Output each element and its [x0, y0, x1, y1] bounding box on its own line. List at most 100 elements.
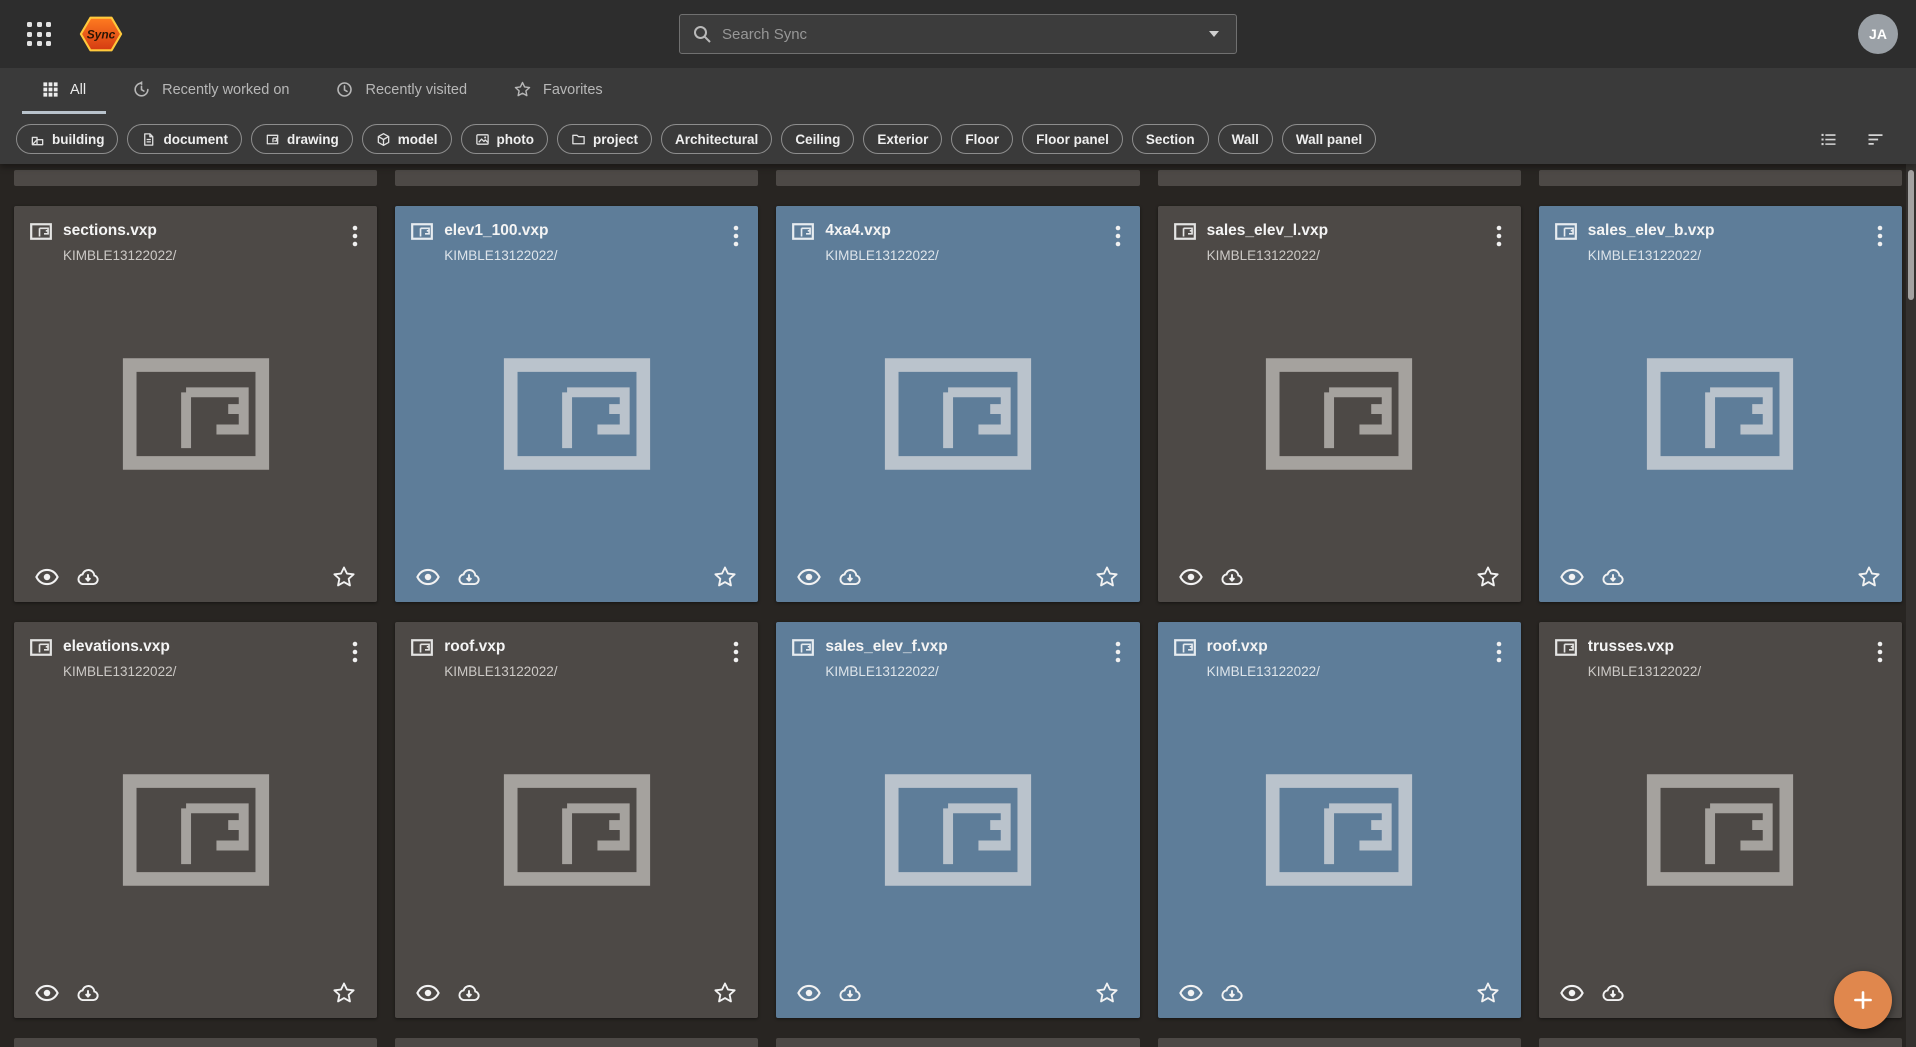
card-actions [1158, 980, 1521, 1018]
scrollbar-thumb[interactable] [1908, 170, 1914, 300]
card-menu-button[interactable] [1108, 638, 1128, 666]
favorite-star-button[interactable] [1475, 564, 1501, 590]
card-menu-button[interactable] [1489, 638, 1509, 666]
view-list-button[interactable] [1818, 129, 1839, 150]
tab-recently-visited[interactable]: Recently visited [315, 68, 487, 114]
preview-eye-button[interactable] [1178, 980, 1204, 1006]
filter-chip-model[interactable]: model [362, 124, 452, 154]
favorite-star-button[interactable] [1475, 980, 1501, 1006]
preview-eye-button[interactable] [34, 564, 60, 590]
add-fab-button[interactable] [1834, 971, 1892, 1029]
preview-eye-button[interactable] [34, 980, 60, 1006]
file-card[interactable]: sales_elev_f.vxp KIMBLE13122022/ [776, 622, 1139, 1018]
card-menu-button[interactable] [726, 638, 746, 666]
card-menu-button[interactable] [345, 222, 365, 250]
card-partial [395, 170, 758, 186]
filter-chip-floor[interactable]: Floor [951, 124, 1013, 154]
file-path: KIMBLE13122022/ [1588, 248, 1715, 263]
card-header: elev1_100.vxp KIMBLE13122022/ [395, 206, 758, 263]
preview-eye-button[interactable] [1559, 980, 1585, 1006]
file-card[interactable]: 4xa4.vxp KIMBLE13122022/ [776, 206, 1139, 602]
apps-grid-button[interactable] [18, 13, 60, 55]
file-card[interactable]: trusses.vxp KIMBLE13122022/ [1539, 622, 1902, 1018]
filter-chip-drawing[interactable]: drawing [251, 124, 353, 154]
tab-all[interactable]: All [22, 68, 106, 114]
chip-label: Architectural [675, 132, 758, 147]
favorite-star-button[interactable] [1856, 564, 1882, 590]
file-card[interactable]: elevations.vxp KIMBLE13122022/ [14, 622, 377, 1018]
tab-recently-worked-on[interactable]: Recently worked on [112, 68, 309, 114]
card-titles: 4xa4.vxp KIMBLE13122022/ [825, 222, 938, 263]
file-card[interactable]: sales_elev_l.vxp KIMBLE13122022/ [1158, 206, 1521, 602]
card-menu-button[interactable] [1108, 222, 1128, 250]
grid-icon [42, 81, 59, 98]
filter-chip-document[interactable]: document [127, 124, 242, 154]
favorite-star-button[interactable] [1094, 980, 1120, 1006]
filter-chip-ceiling[interactable]: Ceiling [781, 124, 854, 154]
file-card[interactable]: sections.vxp KIMBLE13122022/ [14, 206, 377, 602]
preview-eye-button[interactable] [796, 564, 822, 590]
cloud-download-button[interactable] [456, 564, 482, 590]
cloud-download-button[interactable] [456, 980, 482, 1006]
preview-eye-button[interactable] [1178, 564, 1204, 590]
cloud-download-button[interactable] [1600, 564, 1626, 590]
clock-icon [335, 80, 354, 99]
filter-chip-building[interactable]: building [16, 124, 118, 154]
cloud-download-button[interactable] [837, 564, 863, 590]
chip-label: Wall panel [1296, 132, 1362, 147]
favorite-star-button[interactable] [712, 564, 738, 590]
search-bar[interactable] [679, 14, 1237, 54]
favorite-star-button[interactable] [1094, 564, 1120, 590]
file-path: KIMBLE13122022/ [825, 248, 938, 263]
chip-label: Exterior [877, 132, 928, 147]
cloud-download-button[interactable] [1600, 980, 1626, 1006]
chip-label: document [163, 132, 228, 147]
filter-chip-project[interactable]: project [557, 124, 652, 154]
favorite-star-button[interactable] [331, 564, 357, 590]
card-actions [14, 980, 377, 1018]
tab-favorites[interactable]: Favorites [493, 68, 623, 114]
search-dropdown-caret[interactable] [1204, 26, 1224, 42]
file-card[interactable]: roof.vxp KIMBLE13122022/ [395, 622, 758, 1018]
card-actions [395, 980, 758, 1018]
chip-label: model [398, 132, 438, 147]
photo-icon [475, 132, 490, 147]
card-menu-button[interactable] [345, 638, 365, 666]
filter-chip-section[interactable]: Section [1132, 124, 1209, 154]
cloud-download-button[interactable] [1219, 564, 1245, 590]
cloud-download-button[interactable] [837, 980, 863, 1006]
card-menu-button[interactable] [1870, 638, 1890, 666]
preview-eye-button[interactable] [796, 980, 822, 1006]
sync-logo[interactable]: Sync [78, 11, 124, 57]
card-titles: sales_elev_b.vxp KIMBLE13122022/ [1588, 222, 1715, 263]
filter-chip-photo[interactable]: photo [461, 124, 548, 154]
filter-chip-wall-panel[interactable]: Wall panel [1282, 124, 1376, 154]
filter-chip-architectural[interactable]: Architectural [661, 124, 772, 154]
file-card[interactable]: sales_elev_b.vxp KIMBLE13122022/ [1539, 206, 1902, 602]
file-path: KIMBLE13122022/ [63, 664, 176, 679]
user-avatar[interactable]: JA [1858, 14, 1898, 54]
cloud-download-button[interactable] [75, 980, 101, 1006]
filter-chip-floor-panel[interactable]: Floor panel [1022, 124, 1123, 154]
preview-eye-button[interactable] [415, 980, 441, 1006]
card-menu-button[interactable] [1870, 222, 1890, 250]
preview-eye-button[interactable] [1559, 564, 1585, 590]
search-input[interactable] [722, 26, 1196, 43]
chip-label: Wall [1232, 132, 1259, 147]
favorite-star-button[interactable] [331, 980, 357, 1006]
card-actions [1539, 564, 1902, 602]
filter-chip-wall[interactable]: Wall [1218, 124, 1273, 154]
sort-button[interactable] [1865, 129, 1886, 150]
card-menu-button[interactable] [1489, 222, 1509, 250]
card-menu-button[interactable] [726, 222, 746, 250]
file-card[interactable]: elev1_100.vxp KIMBLE13122022/ [395, 206, 758, 602]
file-name: elevations.vxp [63, 638, 176, 656]
card-titles: roof.vxp KIMBLE13122022/ [444, 638, 557, 679]
card-header: sections.vxp KIMBLE13122022/ [14, 206, 377, 263]
file-card[interactable]: roof.vxp KIMBLE13122022/ [1158, 622, 1521, 1018]
preview-eye-button[interactable] [415, 564, 441, 590]
cloud-download-button[interactable] [75, 564, 101, 590]
filter-chip-exterior[interactable]: Exterior [863, 124, 942, 154]
favorite-star-button[interactable] [712, 980, 738, 1006]
cloud-download-button[interactable] [1219, 980, 1245, 1006]
